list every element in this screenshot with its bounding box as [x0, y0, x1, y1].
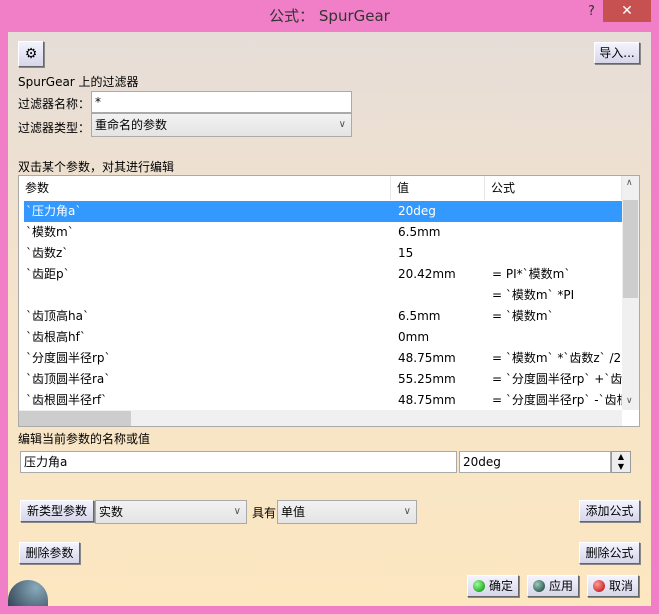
vertical-scrollbar[interactable]: ∧ ∨ [622, 176, 639, 410]
cell-formula: = `模数m` *PI [492, 288, 575, 302]
cell-value: 55.25mm [398, 372, 456, 386]
cell-value: 20deg [398, 204, 436, 218]
param-value-input[interactable]: 20deg [459, 451, 611, 473]
cell-value: 6.5mm [398, 309, 441, 323]
delete-parameter-button[interactable]: 删除参数 [19, 542, 80, 564]
chevron-down-icon: ∨ [233, 506, 241, 517]
cell-name: `齿顶高ha` [26, 309, 89, 323]
cancel-icon [592, 580, 605, 592]
value-mode-value: 单值 [281, 505, 306, 519]
table-row[interactable]: `模数m` 6.5mm [24, 222, 622, 243]
parameter-type-value: 实数 [99, 505, 124, 519]
chevron-down-icon: ∨ [403, 506, 411, 517]
with-label: 具有 [252, 506, 277, 520]
close-button[interactable]: ✕ [603, 0, 651, 22]
table-row[interactable]: `齿顶圆半径ra` 55.25mm = `分度圆半径rp` +`齿顶 [24, 369, 634, 390]
add-formula-button[interactable]: 添加公式 [579, 500, 640, 522]
cancel-button[interactable]: 取消 [587, 575, 639, 597]
new-parameter-type-button[interactable]: 新类型参数 [20, 500, 94, 522]
column-header-parameter[interactable]: 参数 [19, 176, 391, 200]
table-row[interactable]: `齿距p` 20.42mm = PI*`模数m` [24, 264, 622, 285]
cell-value: 6.5mm [398, 225, 441, 239]
cell-name: `齿距p` [26, 267, 70, 281]
table-row[interactable]: = `模数m` *PI [24, 285, 622, 306]
hscroll-thumb[interactable] [19, 411, 131, 426]
cell-value: 0mm [398, 330, 430, 344]
cell-name: `分度圆半径rp` [26, 351, 111, 365]
cell-formula: = `分度圆半径rp` +`齿顶 [492, 372, 635, 386]
list-caption: 双击某个参数，对其进行编辑 [18, 160, 175, 174]
chevron-down-icon: ∨ [338, 119, 346, 130]
table-row[interactable]: `分度圆半径rp` 48.75mm = `模数m` *`齿数z` /2 [24, 348, 622, 369]
cell-name: `齿根圆半径rf` [26, 393, 108, 407]
filter-type-value: 重命名的参数 [95, 118, 168, 132]
value-spinner[interactable]: ▲ ▼ [611, 451, 631, 473]
scroll-down-icon[interactable]: ∨ [626, 396, 633, 406]
cell-formula: = `模数m` [492, 309, 554, 323]
filter-name-input[interactable]: * [91, 91, 352, 113]
table-row[interactable]: `齿顶高ha` 6.5mm = `模数m` [24, 306, 622, 327]
apply-icon [532, 580, 545, 592]
cell-name: `齿根高hf` [26, 330, 86, 344]
table-row[interactable]: `齿根圆半径rf` 48.75mm = `分度圆半径rp` -`齿根 [24, 390, 629, 411]
cell-formula: = `模数m` *`齿数z` /2 [492, 351, 622, 365]
filter-type-label: 过滤器类型： [18, 121, 91, 135]
param-name-input[interactable]: 压力角a [20, 451, 457, 473]
delete-formula-button[interactable]: 删除公式 [579, 542, 640, 564]
filter-heading: SpurGear 上的过滤器 [18, 75, 139, 89]
value-mode-select[interactable]: 单值 ∨ [277, 500, 417, 524]
filter-name-label: 过滤器名称： [18, 97, 91, 111]
cell-value: 20.42mm [398, 267, 456, 281]
cell-formula: = PI*`模数m` [492, 267, 571, 281]
cell-name: `齿数z` [26, 246, 69, 260]
edit-label: 编辑当前参数的名称或值 [18, 432, 151, 446]
scroll-up-icon[interactable]: ∧ [626, 178, 633, 188]
ok-icon [472, 580, 485, 592]
cell-name: `齿顶圆半径ra` [26, 372, 111, 386]
cell-value: 48.75mm [398, 351, 456, 365]
table-row[interactable]: `齿数z` 15 [24, 243, 622, 264]
column-header-value[interactable]: 值 [391, 176, 485, 200]
parameter-type-select[interactable]: 实数 ∨ [95, 500, 247, 524]
scrollbar-thumb[interactable] [623, 200, 638, 298]
cell-value: 15 [398, 246, 414, 260]
cell-value: 48.75mm [398, 393, 456, 407]
column-header-formula[interactable]: 公式 [485, 176, 622, 200]
cell-name: `模数m` [26, 225, 74, 239]
import-button[interactable]: 导入... [594, 42, 640, 64]
cell-formula: = `分度圆半径rp` -`齿根 [492, 393, 629, 407]
table-row[interactable]: `齿根高hf` 0mm [24, 327, 622, 348]
table-row[interactable]: `压力角a` 20deg [24, 201, 622, 222]
horizontal-scrollbar[interactable] [19, 410, 622, 426]
filter-tool-icon: ⚙ [24, 46, 38, 62]
filter-type-select[interactable]: 重命名的参数 ∨ [91, 113, 352, 137]
ok-button[interactable]: 确定 [467, 575, 519, 597]
window-title: 公式： SpurGear [269, 7, 390, 25]
cell-name: `压力角a` [26, 204, 82, 218]
parameter-list[interactable]: 参数 值 公式 `压力角a` 20deg `模数m` 6.5mm `齿数z` 15 `齿距p… [18, 175, 640, 427]
filter-tool-button[interactable]: ⚙ [18, 41, 44, 67]
apply-button[interactable]: 应用 [527, 575, 579, 597]
help-button[interactable]: ? [588, 4, 595, 19]
